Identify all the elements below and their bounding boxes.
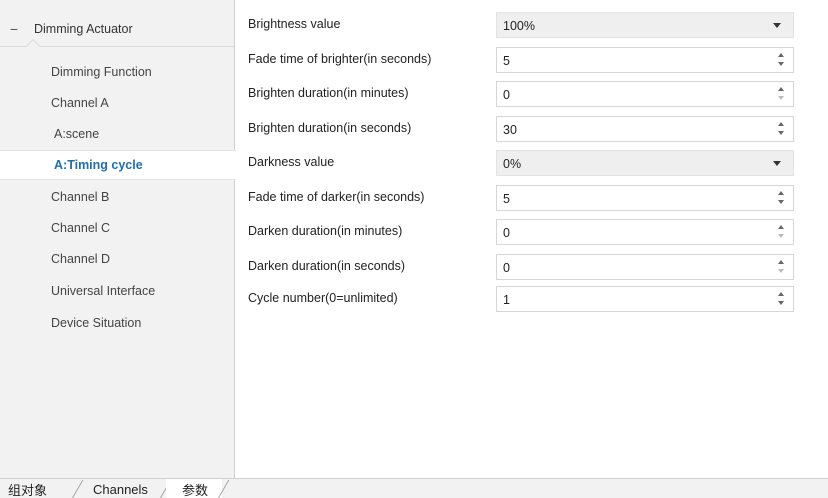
param-label: Darken duration(in minutes)	[248, 224, 403, 238]
spinner[interactable]	[777, 52, 787, 68]
sidebar-item-device-situation[interactable]: Device Situation	[0, 308, 235, 338]
input-value: 1	[503, 293, 510, 307]
sidebar-item-label: Dimming Function	[51, 65, 152, 79]
darken-minutes-input[interactable]: 0	[496, 219, 794, 245]
tab-label: 组对象	[8, 482, 48, 498]
sidebar-item-label: Channel C	[51, 221, 111, 235]
spin-up-icon[interactable]	[778, 191, 784, 195]
spin-up-icon[interactable]	[778, 122, 784, 126]
input-value: 5	[503, 192, 510, 206]
sidebar-item-universal-interface[interactable]: Universal Interface	[0, 276, 235, 306]
brightness-value-select[interactable]: 100%	[496, 12, 794, 38]
spin-down-icon[interactable]	[778, 131, 784, 135]
collapse-icon[interactable]: −	[8, 21, 20, 37]
darken-seconds-input[interactable]: 0	[496, 254, 794, 280]
spinner[interactable]	[777, 86, 787, 102]
tree-root-dimming-actuator[interactable]: − Dimming Actuator	[8, 12, 233, 46]
sidebar-item-label: Universal Interface	[51, 284, 156, 298]
param-row-fade-time-brighter: Fade time of brighter(in seconds) 5	[248, 47, 808, 73]
sidebar-item-label: Channel B	[51, 190, 110, 204]
chevron-down-icon[interactable]	[773, 161, 781, 166]
tab-channels[interactable]: Channels	[93, 479, 148, 498]
input-value: 5	[503, 54, 510, 68]
brighten-seconds-input[interactable]: 30	[496, 116, 794, 142]
tab-parameters[interactable]: 参数	[166, 479, 222, 498]
spinner[interactable]	[777, 121, 787, 137]
param-label: Brighten duration(in seconds)	[248, 121, 412, 135]
spin-up-icon[interactable]	[778, 225, 784, 229]
param-row-brighten-minutes: Brighten duration(in minutes) 0	[248, 81, 808, 107]
input-value: 0	[503, 261, 510, 275]
param-label: Cycle number(0=unlimited)	[248, 291, 398, 305]
param-row-darken-seconds: Darken duration(in seconds) 0	[248, 254, 808, 280]
spinner[interactable]	[777, 259, 787, 275]
param-label: Darkness value	[248, 155, 335, 169]
param-row-brighten-seconds: Brighten duration(in seconds) 30	[248, 116, 808, 142]
tab-label: Channels	[93, 481, 148, 497]
param-label: Fade time of darker(in seconds)	[248, 190, 425, 204]
fade-time-darker-input[interactable]: 5	[496, 185, 794, 211]
sidebar-item-channel-b[interactable]: Channel B	[0, 182, 235, 212]
sidebar-item-label: Device Situation	[51, 316, 142, 330]
spin-down-icon[interactable]	[778, 234, 784, 238]
brighten-minutes-input[interactable]: 0	[496, 81, 794, 107]
spin-up-icon[interactable]	[778, 53, 784, 57]
chevron-down-icon[interactable]	[773, 23, 781, 28]
spin-down-icon[interactable]	[778, 96, 784, 100]
select-value: 0%	[503, 157, 522, 171]
input-value: 0	[503, 226, 510, 240]
param-row-fade-time-darker: Fade time of darker(in seconds) 5	[248, 185, 808, 211]
param-label: Brightness value	[248, 17, 341, 31]
tree-root-label: Dimming Actuator	[34, 22, 133, 36]
sidebar-item-dimming-function[interactable]: Dimming Function	[0, 57, 235, 87]
param-row-darken-minutes: Darken duration(in minutes) 0	[248, 219, 808, 245]
sidebar-item-channel-c[interactable]: Channel C	[0, 213, 235, 243]
spin-up-icon[interactable]	[778, 292, 784, 296]
parameter-tree-sidebar: − Dimming Actuator Dimming Function Chan…	[0, 0, 236, 478]
select-value: 100%	[503, 19, 535, 33]
param-row-brightness-value: Brightness value 100%	[248, 12, 808, 38]
spin-down-icon[interactable]	[778, 200, 784, 204]
sidebar-item-label: Channel A	[51, 96, 109, 110]
sidebar-item-label: A:scene	[54, 127, 100, 141]
darkness-value-select[interactable]: 0%	[496, 150, 794, 176]
sidebar-item-channel-d[interactable]: Channel D	[0, 244, 235, 274]
spinner[interactable]	[777, 224, 787, 240]
tab-divider	[69, 480, 84, 498]
sidebar-item-a-scene[interactable]: A:scene	[0, 119, 235, 149]
param-label: Fade time of brighter(in seconds)	[248, 52, 432, 66]
param-row-darkness-value: Darkness value 0%	[248, 150, 808, 176]
cycle-number-input[interactable]: 1	[496, 286, 794, 312]
sidebar-item-label: Channel D	[51, 252, 111, 266]
param-row-cycle-number: Cycle number(0=unlimited) 1	[248, 286, 808, 312]
input-value: 0	[503, 88, 510, 102]
sidebar-item-channel-a[interactable]: Channel A	[0, 88, 235, 118]
fade-time-brighter-input[interactable]: 5	[496, 47, 794, 73]
sidebar-item-label: A:Timing cycle	[54, 158, 143, 172]
spin-up-icon[interactable]	[778, 260, 784, 264]
param-label: Darken duration(in seconds)	[248, 259, 406, 273]
spin-up-icon[interactable]	[778, 87, 784, 91]
tab-label: 参数	[182, 482, 209, 498]
sidebar-item-a-timing-cycle[interactable]: A:Timing cycle	[0, 150, 236, 180]
spin-down-icon[interactable]	[778, 269, 784, 273]
tab-group-objects[interactable]: 组对象	[8, 479, 47, 498]
param-label: Brighten duration(in minutes)	[248, 86, 409, 100]
input-value: 30	[503, 123, 517, 137]
spin-down-icon[interactable]	[778, 62, 784, 66]
spin-down-icon[interactable]	[778, 301, 784, 305]
bottom-tab-bar: 组对象 Channels 参数	[0, 478, 828, 498]
spinner[interactable]	[777, 291, 787, 307]
spinner[interactable]	[777, 190, 787, 206]
